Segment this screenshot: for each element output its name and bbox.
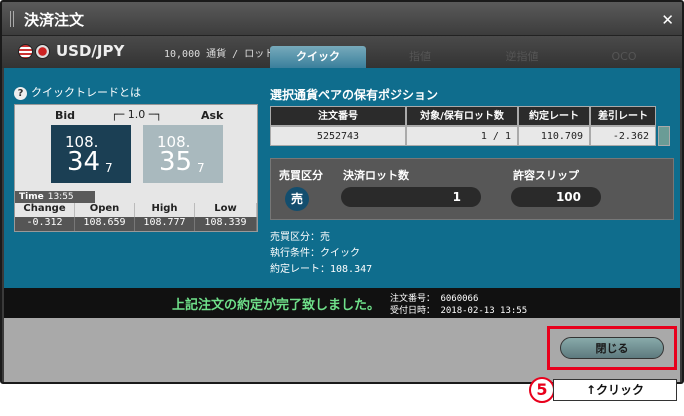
title-bar: 決済注文 ✕ [2,2,682,36]
close-icon[interactable]: ✕ [661,11,674,29]
message-bar: 上記注文の約定が完了致しました。 注文番号： 6060066 受付日時： 201… [4,288,680,318]
msg-received-label: 受付日時： [390,306,436,316]
slip-input[interactable]: 100 [511,187,601,207]
jpy-flag-icon [35,44,50,59]
cell-diff: -2.362 [590,126,656,146]
bid-price-button[interactable]: 108. 34 7 [51,125,131,183]
stat-header-high: High [135,203,195,217]
quick-trade-help-label: クイックトレードとは [31,86,141,99]
col-order-no: 注文番号 [270,106,406,126]
bid-price-sub: 7 [105,161,113,175]
ask-price-button[interactable]: 108. 35 7 [143,125,223,183]
stat-high: 108.777 [135,217,195,231]
spread-value: 1.0 [127,108,146,121]
side-label: 売買区分 [279,169,323,182]
ask-price-sub: 7 [197,161,205,175]
bid-price-main: 34 [67,147,101,177]
col-lots: 対象/保有ロット数 [406,106,518,126]
stat-open: 108.659 [75,217,135,231]
cell-order-no: 5252743 [270,126,406,146]
bid-label: Bid [55,109,76,122]
tab-oco[interactable]: OCO [576,46,672,68]
stat-change: -0.312 [15,217,75,231]
spread-indicator: ┌─ 1.0 ─┐ [111,108,162,121]
order-panel: ? クイックトレードとは Bid ┌─ 1.0 ─┐ Ask 108. 34 7 … [4,68,680,288]
col-rate: 約定レート [518,106,590,126]
stat-header-change: Change [15,203,75,217]
price-stats: Change Open High Low -0.312 108.659 108.… [15,203,257,231]
step-number-badge: 5 [529,377,555,403]
stat-header-open: Open [75,203,135,217]
slip-label: 許容スリップ [513,169,579,182]
quick-trade-help[interactable]: ? クイックトレードとは [14,84,141,100]
lot-label: 決済ロット数 [343,169,409,182]
time-bar: Time 13:55 [15,191,95,203]
close-button-highlight: 閉じる [547,326,677,370]
tab-stop[interactable]: 逆指値 [474,46,570,68]
time-value: 13:55 [47,192,74,202]
close-order-dialog: 決済注文 ✕ USD/JPY 10,000 通貨 / ロット クイック 指値 逆… [0,0,684,384]
quick-trade-box: Bid ┌─ 1.0 ─┐ Ask 108. 34 7 108. 35 7 Ti… [14,104,258,232]
message-meta: 注文番号： 6060066 受付日時： 2018-02-13 13:55 [390,291,528,316]
tab-quick[interactable]: クイック [270,46,366,68]
time-label: Time [19,192,44,202]
col-diff: 差引レート [590,106,656,126]
table-scrollbar[interactable] [658,126,670,146]
bottom-bar: 閉じる [4,318,680,382]
close-button[interactable]: 閉じる [560,337,664,359]
positions-title: 選択通貨ペアの保有ポジション [270,88,439,102]
click-instruction: ↑クリック [553,379,677,401]
stat-header-low: Low [195,203,257,217]
ask-label: Ask [201,109,224,122]
currency-pair: USD/JPY [56,42,125,60]
help-icon: ? [14,87,27,100]
completion-message: 上記注文の約定が完了致しました。 [172,298,381,313]
summary-rate: 約定レート：108.347 [270,264,373,275]
usd-flag-icon [18,44,33,59]
execution-summary: 売買区分：売 執行条件：クイック 約定レート：108.347 [270,230,372,278]
stat-low: 108.339 [195,217,257,231]
lot-unit: 10,000 通貨 / ロット [164,49,275,60]
summary-side: 売買区分：売 [270,232,330,243]
summary-condition: 執行条件：クイック [270,248,360,259]
tab-limit[interactable]: 指値 [372,46,468,68]
side-sell-badge: 売 [285,187,309,211]
order-settings: 売買区分 売 決済ロット数 1 許容スリップ 100 [270,158,674,220]
ask-price-main: 35 [159,147,193,177]
positions-table: 注文番号 対象/保有ロット数 約定レート 差引レート 5252743 1 / 1… [270,104,670,152]
lot-input[interactable]: 1 [341,187,481,207]
dialog-title: 決済注文 [24,11,85,29]
msg-received: 2018-02-13 13:55 [440,306,528,316]
cell-lots: 1 / 1 [406,126,518,146]
cell-rate: 110.709 [518,126,590,146]
grip-icon [10,11,14,27]
